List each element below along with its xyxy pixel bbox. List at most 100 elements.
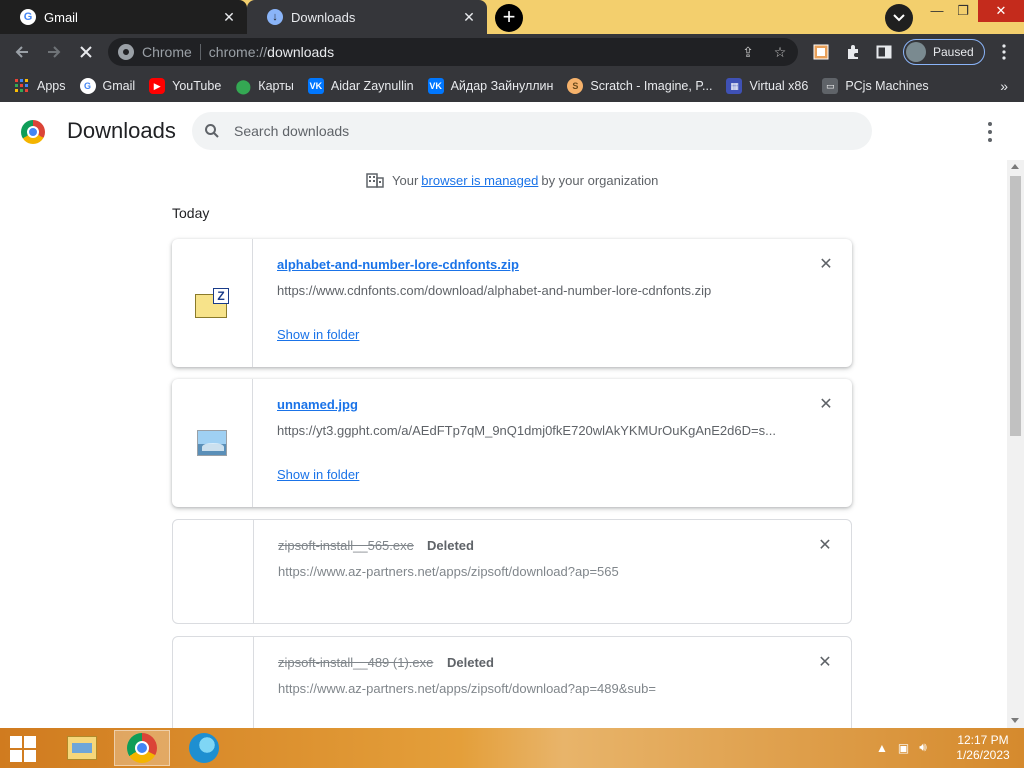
chrome-logo-icon (21, 120, 45, 144)
show-in-folder-link[interactable]: Show in folder (277, 327, 359, 342)
youtube-icon: ▶ (149, 78, 166, 94)
download-icon: ↓ (267, 9, 283, 25)
bookmark-label: Карты (258, 79, 294, 93)
edge-icon (189, 733, 219, 763)
bookmark-scratch[interactable]: S Scratch - Imagine, P... (567, 78, 712, 94)
scratch-icon: S (567, 78, 584, 94)
vertical-scrollbar[interactable] (1007, 160, 1024, 728)
show-in-folder-link[interactable]: Show in folder (277, 467, 359, 482)
download-source-url[interactable]: https://www.az-partners.net/apps/zipsoft… (278, 564, 619, 579)
new-tab-button[interactable]: + (495, 4, 523, 32)
url-scheme: chrome:// (208, 44, 268, 60)
bookmark-gmail[interactable]: G Gmail (79, 78, 136, 94)
tab-title: Gmail (44, 9, 78, 25)
download-status-badge: Deleted (427, 538, 474, 553)
download-source-url[interactable]: https://www.az-partners.net/apps/zipsoft… (278, 681, 656, 696)
managed-notice: Your browser is managed by your organiza… (366, 172, 658, 188)
page-more-actions-icon[interactable] (982, 122, 998, 142)
search-input[interactable] (234, 123, 872, 139)
scrollbar-thumb[interactable] (1010, 176, 1021, 436)
side-panel-icon[interactable] (872, 40, 896, 64)
more-bookmarks-button[interactable]: » (1000, 78, 1008, 94)
search-icon (204, 123, 220, 139)
bookmark-virtual-x86[interactable]: ▦ Virtual x86 (726, 78, 808, 94)
chevron-down-icon (893, 14, 905, 22)
google-icon: G (20, 9, 36, 25)
volume-icon[interactable]: 🔊︎ (919, 740, 927, 755)
address-bar[interactable]: Chrome chrome:// downloads ⇪ ☆ (108, 38, 798, 66)
taskbar-file-explorer[interactable] (54, 730, 110, 766)
managed-prefix: Your (392, 172, 419, 188)
extension-icon[interactable] (809, 40, 833, 64)
google-icon: G (79, 78, 96, 94)
stop-loading-icon[interactable] (74, 40, 98, 64)
taskbar-clock[interactable]: 12:17 PM 1/26/2023 (948, 733, 1018, 763)
forward-arrow-icon[interactable] (42, 40, 66, 64)
site-info-chip[interactable]: Chrome (118, 44, 192, 60)
close-tab-icon[interactable]: ✕ (459, 7, 479, 27)
scroll-up-arrow-icon[interactable] (1011, 164, 1019, 169)
bookmark-aidar-zaynullin[interactable]: VK Aidar Zaynullin (307, 78, 414, 94)
chrome-icon (127, 733, 157, 763)
windows-start-icon[interactable] (10, 736, 38, 762)
download-item-deleted: zipsoft-install__565.exe Deleted https:/… (172, 519, 852, 624)
pcjs-icon: ▭ (822, 78, 839, 94)
download-filename: zipsoft-install__489 (1).exe (278, 655, 434, 670)
search-downloads-box[interactable] (192, 112, 872, 150)
remove-download-close-icon[interactable]: ✕ (817, 654, 833, 671)
chrome-page-icon (118, 44, 134, 60)
extensions-puzzle-icon[interactable] (841, 40, 865, 64)
avatar (906, 42, 926, 62)
managed-link[interactable]: browser is managed (421, 173, 538, 188)
bookmark-maps[interactable]: ⬤ Карты (235, 77, 294, 94)
windows-taskbar: ▲ ▣ 🔊︎ 12:17 PM 1/26/2023 (0, 728, 1024, 768)
profile-status: Paused (933, 45, 974, 59)
url-host: downloads (267, 44, 335, 60)
bookmarks-bar: Apps G Gmail ▶ YouTube ⬤ Карты VK Aidar … (0, 70, 1024, 102)
close-tab-icon[interactable]: ✕ (219, 7, 239, 27)
download-item: unnamed.jpg https://yt3.ggpht.com/a/AEdF… (172, 379, 852, 507)
file-icon-column: Z (172, 239, 253, 367)
scroll-down-arrow-icon[interactable] (1011, 718, 1019, 723)
clock-date: 1/26/2023 (956, 748, 1010, 762)
bookmark-label: Айдар Зайнуллин (450, 79, 554, 93)
tab-gmail[interactable]: G Gmail ✕ (0, 0, 247, 34)
bookmark-apps[interactable]: Apps (14, 78, 66, 94)
download-status-badge: Deleted (447, 655, 494, 670)
maps-icon: ⬤ (235, 77, 252, 94)
zip-file-icon: Z (195, 288, 229, 318)
bookmark-aidar-zaynullin-ru[interactable]: VK Айдар Зайнуллин (427, 78, 554, 94)
download-filename-link[interactable]: unnamed.jpg (277, 397, 358, 412)
download-source-url[interactable]: https://yt3.ggpht.com/a/AEdFTp7qM_9nQ1dm… (277, 423, 776, 438)
bookmark-pcjs-machines[interactable]: ▭ PCjs Machines (822, 78, 929, 94)
share-icon[interactable]: ⇪ (736, 40, 760, 64)
clock-time: 12:17 PM (957, 733, 1009, 747)
download-source-url[interactable]: https://www.cdnfonts.com/download/alphab… (277, 283, 711, 298)
remove-download-close-icon[interactable]: ✕ (818, 256, 834, 273)
taskbar-chrome[interactable] (114, 730, 170, 766)
download-item: Z alphabet-and-number-lore-cdnfonts.zip … (172, 239, 852, 367)
tab-downloads[interactable]: ↓ Downloads ✕ (247, 0, 487, 34)
kebab-menu-icon[interactable] (992, 40, 1016, 64)
remove-download-close-icon[interactable]: ✕ (818, 396, 834, 413)
profile-button[interactable]: Paused (903, 39, 985, 65)
taskbar-edge[interactable] (176, 730, 232, 766)
bookmark-label: Virtual x86 (749, 79, 809, 93)
file-explorer-icon (67, 736, 97, 760)
bookmark-label: Gmail (102, 79, 136, 93)
maximize-button[interactable]: ❐ (948, 0, 978, 22)
image-file-icon (197, 430, 227, 456)
bookmark-star-icon[interactable]: ☆ (768, 40, 792, 64)
window-close-button[interactable]: ✕ (978, 0, 1024, 22)
remove-download-close-icon[interactable]: ✕ (817, 537, 833, 554)
file-icon-column (173, 520, 254, 623)
bookmark-label: Scratch - Imagine, P... (590, 79, 713, 93)
bookmark-label: Aidar Zaynullin (330, 79, 414, 93)
show-hidden-icons-icon[interactable]: ▲ (876, 741, 888, 755)
back-arrow-icon[interactable] (10, 40, 34, 64)
vk-icon: VK (427, 78, 444, 94)
download-filename-link[interactable]: alphabet-and-number-lore-cdnfonts.zip (277, 257, 519, 272)
bookmark-youtube[interactable]: ▶ YouTube (149, 78, 221, 94)
network-icon[interactable]: ▣ (898, 741, 909, 755)
tab-search-button[interactable] (885, 4, 913, 32)
